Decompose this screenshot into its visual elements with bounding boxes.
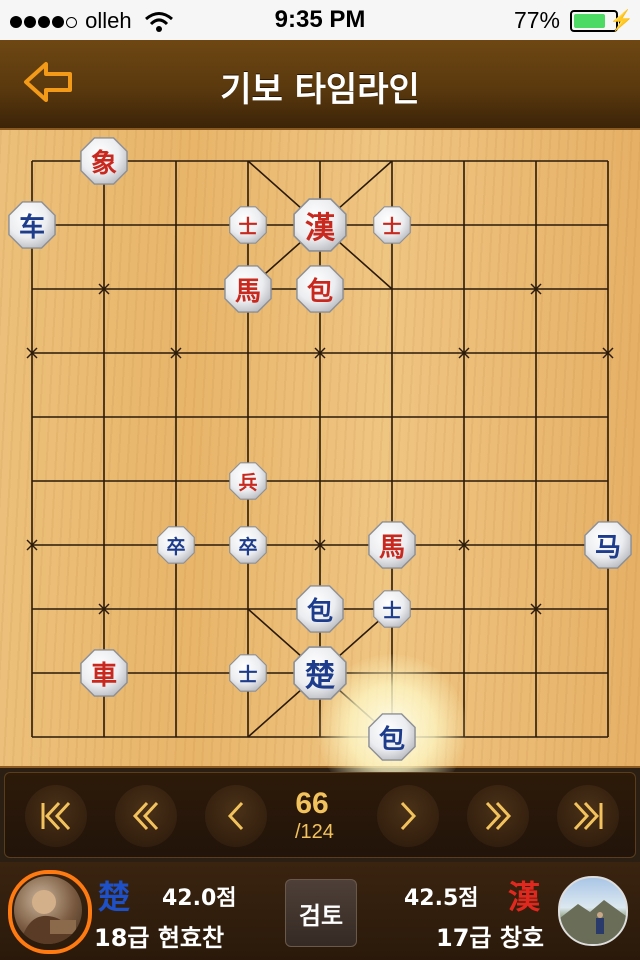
avatar-left-photo <box>20 890 76 944</box>
red-piece[interactable]: 兵 <box>229 462 267 500</box>
red-piece[interactable]: 馬 <box>368 521 416 569</box>
janggi-board[interactable]: 象车士漢士馬包兵卒卒馬马包士車士包楚 <box>0 128 640 804</box>
red-piece[interactable]: 象 <box>80 137 128 185</box>
left-player-score: 42.0점 <box>162 886 237 911</box>
piece-label: 車 <box>90 660 117 691</box>
last-move-button[interactable] <box>557 785 619 847</box>
red-piece[interactable]: 馬 <box>224 265 272 313</box>
fast-forward-button[interactable] <box>467 785 529 847</box>
blue-piece[interactable]: 士 <box>229 654 267 692</box>
next-icon <box>400 801 417 831</box>
first-move-button[interactable] <box>25 785 87 847</box>
red-piece[interactable]: 漢 <box>293 198 347 252</box>
blue-piece[interactable]: 车 <box>8 201 56 249</box>
piece-label: 象 <box>90 148 117 179</box>
piece-label: 士 <box>238 215 258 238</box>
blue-piece[interactable]: 楚 <box>293 646 347 700</box>
piece-label: 士 <box>382 215 402 238</box>
piece-label: 包 <box>306 276 333 307</box>
piece-label: 士 <box>238 663 258 686</box>
piece-label: 卒 <box>166 535 186 558</box>
right-player-score: 42.5점 <box>404 886 479 911</box>
next-fast-icon <box>485 801 512 831</box>
prev-fast-icon <box>132 801 159 831</box>
right-player-side: 漢 <box>508 878 541 916</box>
blue-piece[interactable]: 包 <box>296 585 344 633</box>
left-player-name: 18급 현효찬 <box>94 924 225 952</box>
move-number: 66 <box>295 787 329 820</box>
piece-label: 士 <box>382 599 402 622</box>
nav-header: 기보 타임라인 <box>0 40 640 130</box>
next-move-button[interactable] <box>377 785 439 847</box>
red-piece[interactable]: 士 <box>373 206 411 244</box>
move-total: /124 <box>295 821 334 843</box>
charging-bolt-icon: ⚡ <box>609 10 634 32</box>
piece-label: 包 <box>306 596 333 627</box>
last-move-icon <box>573 801 603 831</box>
piece-label: 楚 <box>305 659 335 694</box>
red-piece[interactable]: 士 <box>229 206 267 244</box>
avatar-left[interactable] <box>14 876 82 944</box>
piece-label: 包 <box>378 724 405 755</box>
blue-piece[interactable]: 马 <box>584 521 632 569</box>
blue-piece[interactable]: 卒 <box>229 526 267 564</box>
battery-fill <box>574 14 605 28</box>
piece-label: 兵 <box>238 471 258 494</box>
blue-piece[interactable]: 包 <box>368 713 416 761</box>
battery-percent: 77% <box>513 7 560 33</box>
piece-label: 车 <box>18 212 45 243</box>
piece-label: 马 <box>594 532 621 563</box>
piece-label: 漢 <box>305 211 335 246</box>
piece-label: 馬 <box>234 276 261 307</box>
right-player-name: 17급 창호 <box>436 924 544 952</box>
piece-label: 馬 <box>378 532 405 563</box>
piece-label: 卒 <box>238 535 258 558</box>
player-bar: 楚 42.0점 18급 현효찬 검토 42.5점 漢 17급 창호 <box>0 862 640 960</box>
rewind-button[interactable] <box>115 785 177 847</box>
left-player-side: 楚 <box>98 878 131 916</box>
first-move-icon <box>41 801 71 831</box>
blue-piece[interactable]: 士 <box>373 590 411 628</box>
avatar-right-photo <box>560 900 626 944</box>
playback-controls: 66 /124 <box>4 772 636 858</box>
review-button[interactable]: 검토 <box>285 879 357 947</box>
red-piece[interactable]: 車 <box>80 649 128 697</box>
blue-piece[interactable]: 卒 <box>157 526 195 564</box>
red-piece[interactable]: 包 <box>296 265 344 313</box>
page-title: 기보 타임라인 <box>220 70 420 110</box>
avatar-right[interactable] <box>558 876 628 946</box>
status-bar: olleh 9:35 PM 77% ⚡ <box>0 0 640 40</box>
